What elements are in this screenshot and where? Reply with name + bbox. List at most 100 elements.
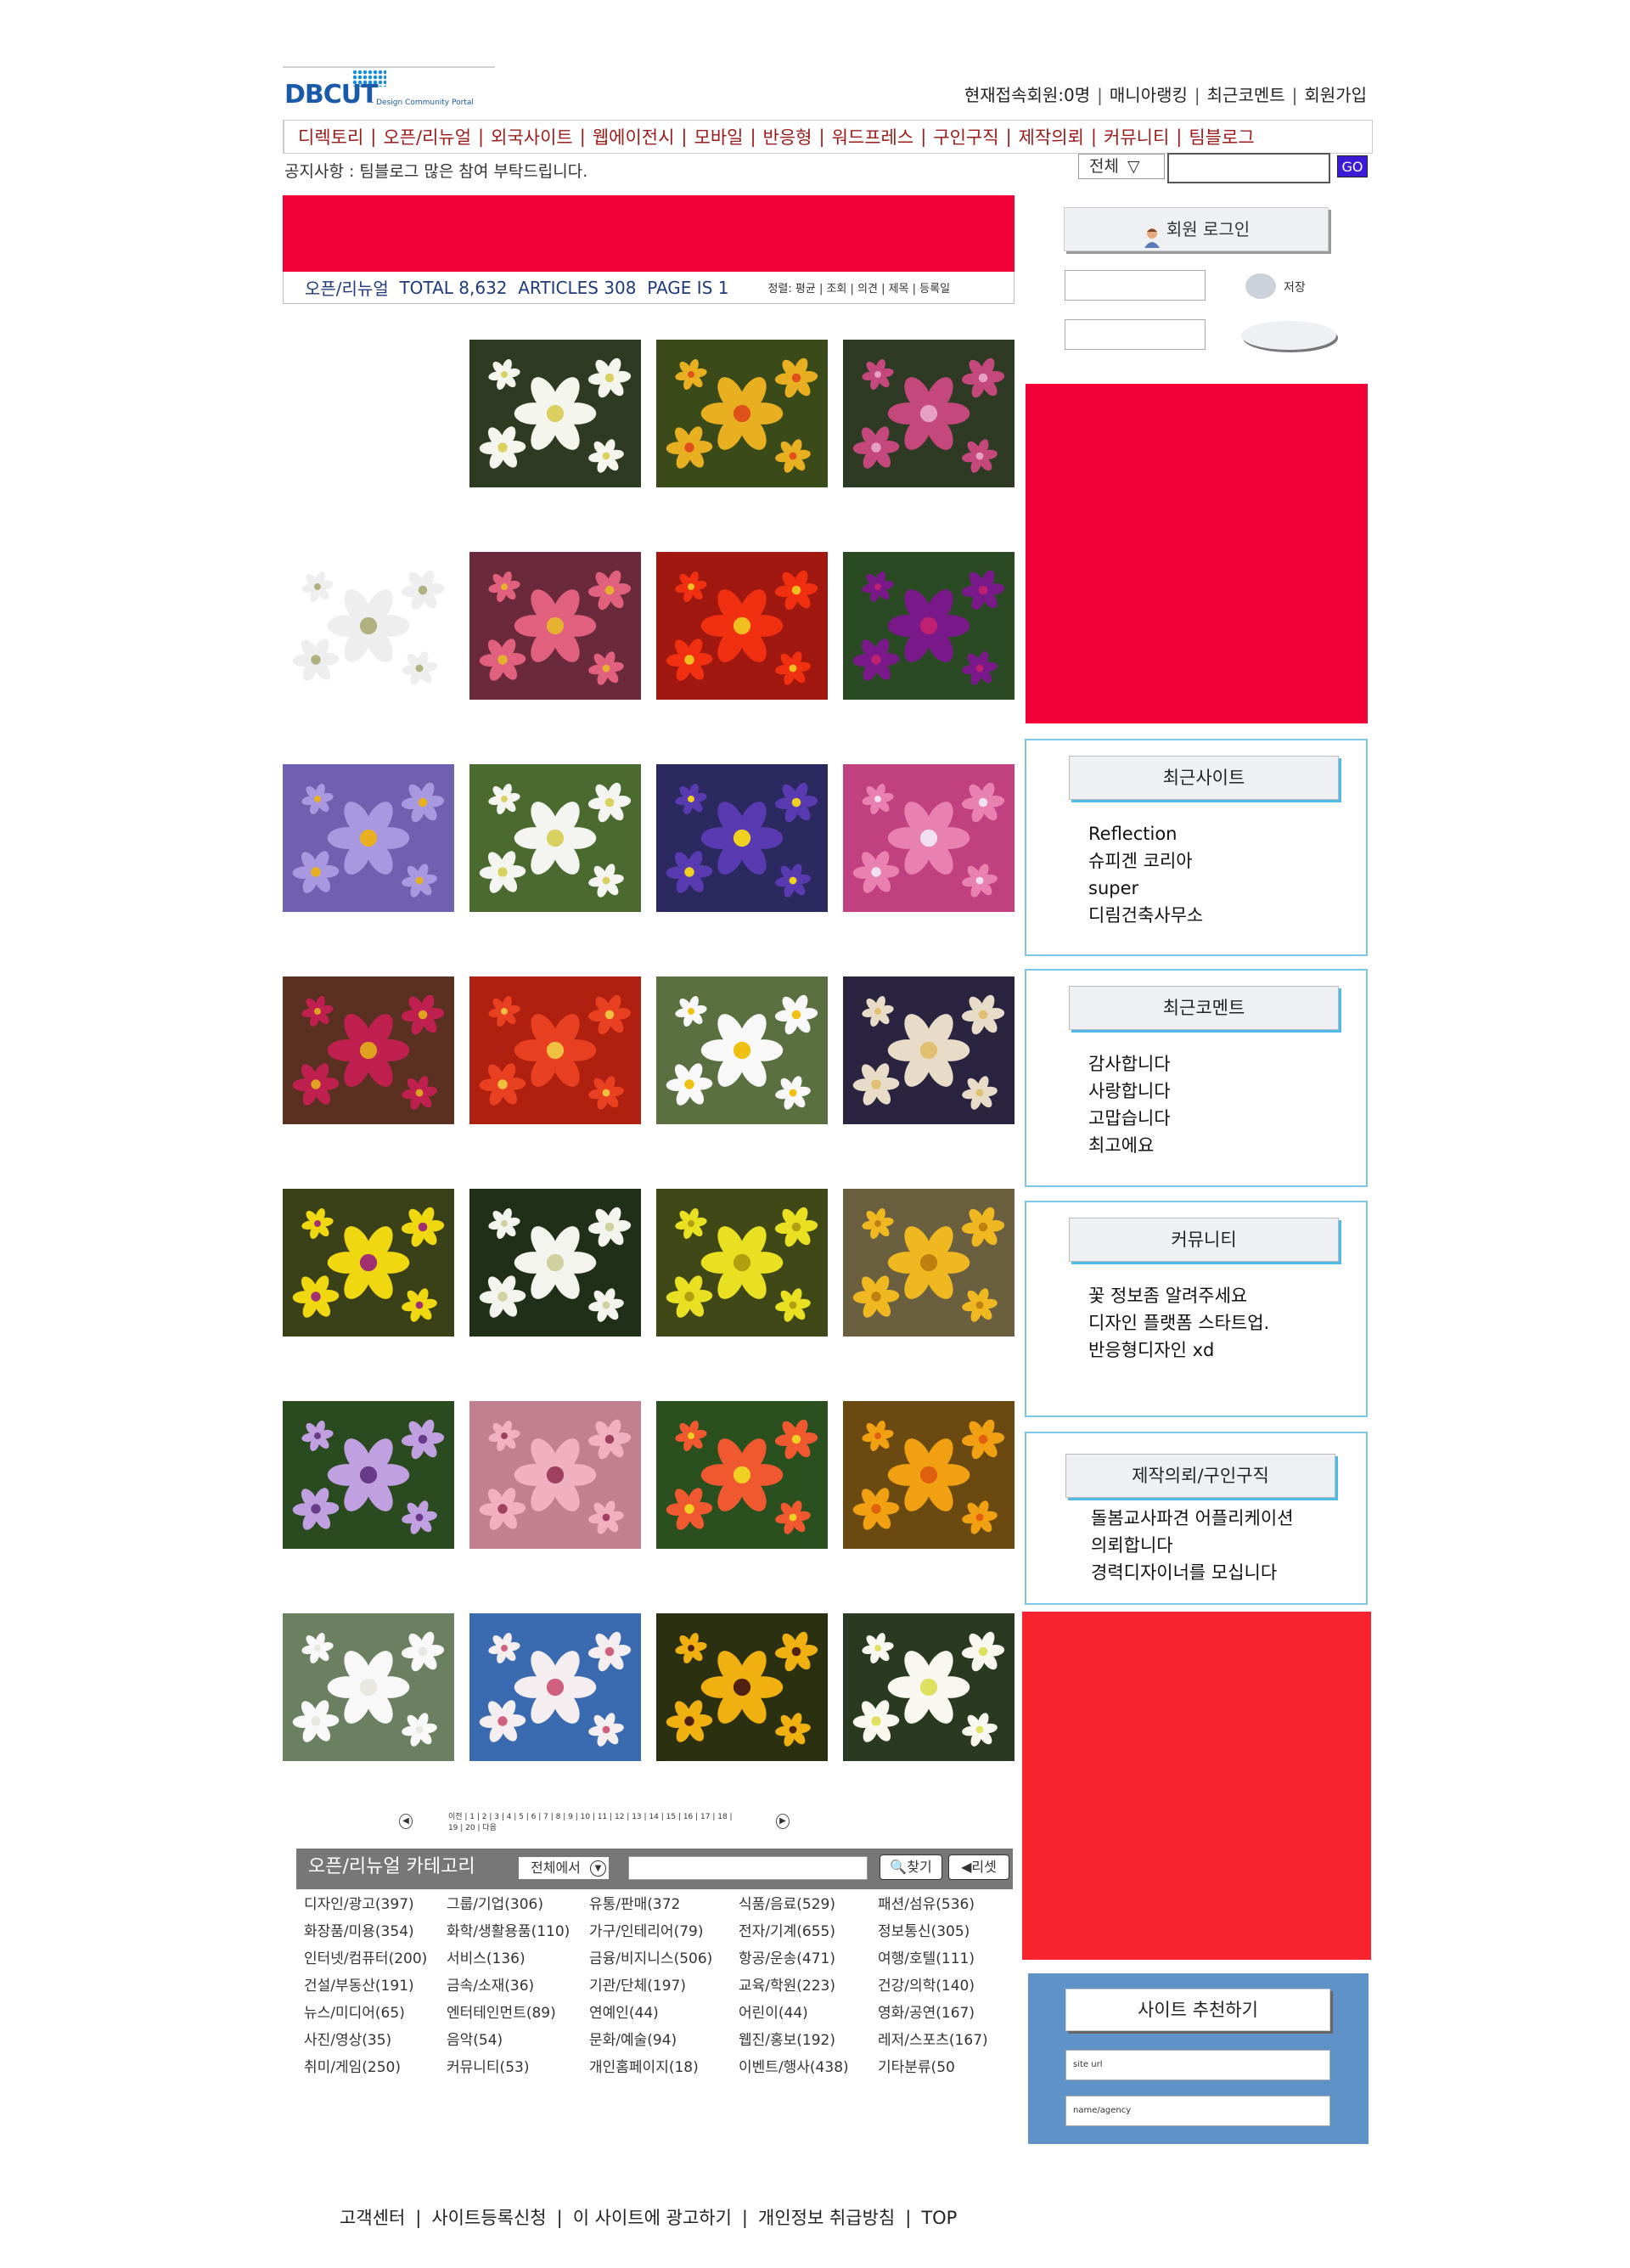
category-link[interactable]: 서비스(136) <box>447 1950 589 1968</box>
name-agency-input[interactable]: name/agency <box>1065 2096 1330 2126</box>
footer-privacy[interactable]: 개인정보 취급방침 <box>758 2208 895 2228</box>
purple-fuchsia-icon[interactable] <box>843 552 1015 700</box>
list-item[interactable]: 디자인 플랫폼 스타트업. <box>1088 1309 1269 1337</box>
nav-open-renewal[interactable]: 오픈/리뉴얼 <box>383 124 471 149</box>
purple-pansies-icon[interactable] <box>656 764 828 912</box>
magenta-daisies-icon[interactable] <box>283 976 454 1124</box>
online-members-link[interactable]: 현재접속회원:0명 <box>964 85 1090 105</box>
footer-customer-center[interactable]: 고객센터 <box>340 2208 405 2228</box>
pink-daisies-icon[interactable] <box>469 552 641 700</box>
member-login-button[interactable]: 회원 로그인 <box>1064 207 1329 251</box>
category-link[interactable]: 여행/호텔(111) <box>878 1950 1017 1968</box>
category-link[interactable]: 영화/공연(167) <box>878 2004 1017 2023</box>
category-link[interactable]: 엔터테인먼트(89) <box>447 2004 589 2023</box>
sidebar-banner-ad-2[interactable] <box>1022 1612 1371 1960</box>
category-link[interactable]: 개인홈페이지(18) <box>589 2058 739 2077</box>
next-page-icon[interactable]: ▶ <box>776 1814 790 1829</box>
recent-comments-link[interactable]: 최근코멘트 <box>1207 85 1285 105</box>
list-item[interactable]: 사랑합니다 <box>1088 1078 1171 1105</box>
nav-wordpress[interactable]: 워드프레스 <box>832 124 914 149</box>
list-item[interactable]: 반응형디자인 xd <box>1088 1337 1269 1364</box>
category-link[interactable]: 뉴스/미디어(65) <box>304 2004 447 2023</box>
category-link[interactable]: 음악(54) <box>447 2031 589 2050</box>
yellow-flowers-butterfly-icon[interactable] <box>843 1401 1015 1549</box>
mania-ranking-link[interactable]: 매니아랭킹 <box>1110 85 1188 105</box>
orange-star-flower-icon[interactable] <box>656 1401 828 1549</box>
save-login-checkbox[interactable] <box>1245 273 1276 299</box>
pink-blossoms-icon[interactable] <box>843 764 1015 912</box>
site-logo[interactable]: DBCUT - Design Community Portal <box>283 66 495 115</box>
pink-cherry-blossoms-icon[interactable] <box>469 1401 641 1549</box>
nav-request[interactable]: 제작의뢰 <box>1019 124 1084 149</box>
red-primrose-icon[interactable] <box>656 552 828 700</box>
login-submit-button[interactable] <box>1241 321 1336 350</box>
footer-site-register[interactable]: 사이트등록신청 <box>431 2208 546 2228</box>
category-link[interactable]: 디자인/광고(397) <box>304 1895 447 1914</box>
category-link[interactable]: 커뮤니티(53) <box>447 2058 589 2077</box>
white-daisy-icon[interactable] <box>656 976 828 1124</box>
list-item[interactable]: 돌봄교사파견 어플리케이션 <box>1091 1505 1294 1532</box>
white-lily-flowers-icon[interactable] <box>469 340 641 487</box>
login-password-input[interactable] <box>1065 319 1206 350</box>
login-id-input[interactable] <box>1065 270 1206 301</box>
category-link[interactable]: 사진/영상(35) <box>304 2031 447 2050</box>
white-star-flower-icon[interactable] <box>283 552 454 700</box>
list-item[interactable]: 의뢰합니다 <box>1091 1532 1294 1559</box>
category-link[interactable]: 정보통신(305) <box>878 1922 1017 1941</box>
red-quince-flowers-icon[interactable] <box>469 976 641 1124</box>
list-item[interactable]: 고맙습니다 <box>1088 1105 1171 1132</box>
category-link[interactable]: 어린이(44) <box>739 2004 878 2023</box>
list-item[interactable]: 디림건축사무소 <box>1088 902 1203 929</box>
category-link[interactable]: 교육/학원(223) <box>739 1977 878 1995</box>
site-url-input[interactable]: site url <box>1065 2050 1330 2080</box>
footer-top[interactable]: TOP <box>921 2208 957 2228</box>
search-input[interactable] <box>1167 153 1330 183</box>
category-link[interactable]: 문화/예술(94) <box>589 2031 739 2050</box>
list-item[interactable]: 감사합니다 <box>1088 1050 1171 1078</box>
category-search-input[interactable] <box>628 1856 868 1880</box>
category-link[interactable]: 취미/게임(250) <box>304 2058 447 2077</box>
top-banner-ad[interactable] <box>283 195 1015 272</box>
category-link[interactable]: 금융/비지니스(506) <box>589 1950 739 1968</box>
nav-jobs[interactable]: 구인구직 <box>933 124 998 149</box>
yellow-allium-icon[interactable] <box>843 1189 1015 1337</box>
yellow-orange-flowers-icon[interactable] <box>656 340 828 487</box>
lavender-flower-icon[interactable] <box>283 764 454 912</box>
category-link[interactable]: 건설/부동산(191) <box>304 1977 447 1995</box>
list-item[interactable]: Reflection <box>1088 820 1203 847</box>
list-item[interactable]: 꽃 정보좀 알려주세요 <box>1088 1282 1269 1309</box>
category-link[interactable]: 연예인(44) <box>589 2004 739 2023</box>
page-numbers[interactable]: 이전 | 1 | 2 | 3 | 4 | 5 | 6 | 7 | 8 | 9 |… <box>448 1810 740 1832</box>
category-scope-select[interactable]: 전체에서 ▼ <box>518 1856 610 1880</box>
nav-team-blog[interactable]: 팀블로그 <box>1189 124 1254 149</box>
category-link[interactable]: 항공/운송(471) <box>739 1950 878 1968</box>
pink-clover-flower-icon[interactable] <box>843 340 1015 487</box>
list-item[interactable]: 최고에요 <box>1088 1132 1171 1159</box>
nav-web-agency[interactable]: 웹에이전시 <box>593 124 675 149</box>
category-link[interactable]: 패션/섬유(536) <box>878 1895 1017 1914</box>
list-item[interactable]: 경력디자이너를 모십니다 <box>1091 1559 1294 1586</box>
nav-community[interactable]: 커뮤니티 <box>1104 124 1169 149</box>
category-link[interactable]: 전자/기계(655) <box>739 1922 878 1941</box>
sidebar-banner-ad[interactable] <box>1026 384 1368 723</box>
reset-button[interactable]: ◀리셋 <box>948 1854 1009 1880</box>
white-cardamine-icon[interactable] <box>469 1189 641 1337</box>
pale-flowers-dark-icon[interactable] <box>843 976 1015 1124</box>
small-white-flowers-icon[interactable] <box>469 764 641 912</box>
category-link[interactable]: 금속/소재(36) <box>447 1977 589 1995</box>
white-cherry-blossoms-icon[interactable] <box>469 1613 641 1761</box>
yellow-pansies-icon[interactable] <box>283 1189 454 1337</box>
prev-page-icon[interactable]: ◀ <box>399 1814 413 1829</box>
find-button[interactable]: 🔍찾기 <box>880 1854 942 1880</box>
category-link[interactable]: 그룹/기업(306) <box>447 1895 589 1914</box>
category-link[interactable]: 웹진/홍보(192) <box>739 2031 878 2050</box>
yellow-chrysanthemum-icon[interactable] <box>656 1189 828 1337</box>
footer-advertise[interactable]: 이 사이트에 광고하기 <box>573 2208 732 2228</box>
purple-osteospermum-icon[interactable] <box>283 1401 454 1549</box>
category-link[interactable]: 인터넷/컴퓨터(200) <box>304 1950 447 1968</box>
list-item[interactable]: super <box>1088 875 1203 902</box>
nav-mobile[interactable]: 모바일 <box>694 124 744 149</box>
signup-link[interactable]: 회원가입 <box>1304 85 1367 105</box>
white-jasmine-icon[interactable] <box>843 1613 1015 1761</box>
babys-breath-icon[interactable] <box>283 1613 454 1761</box>
